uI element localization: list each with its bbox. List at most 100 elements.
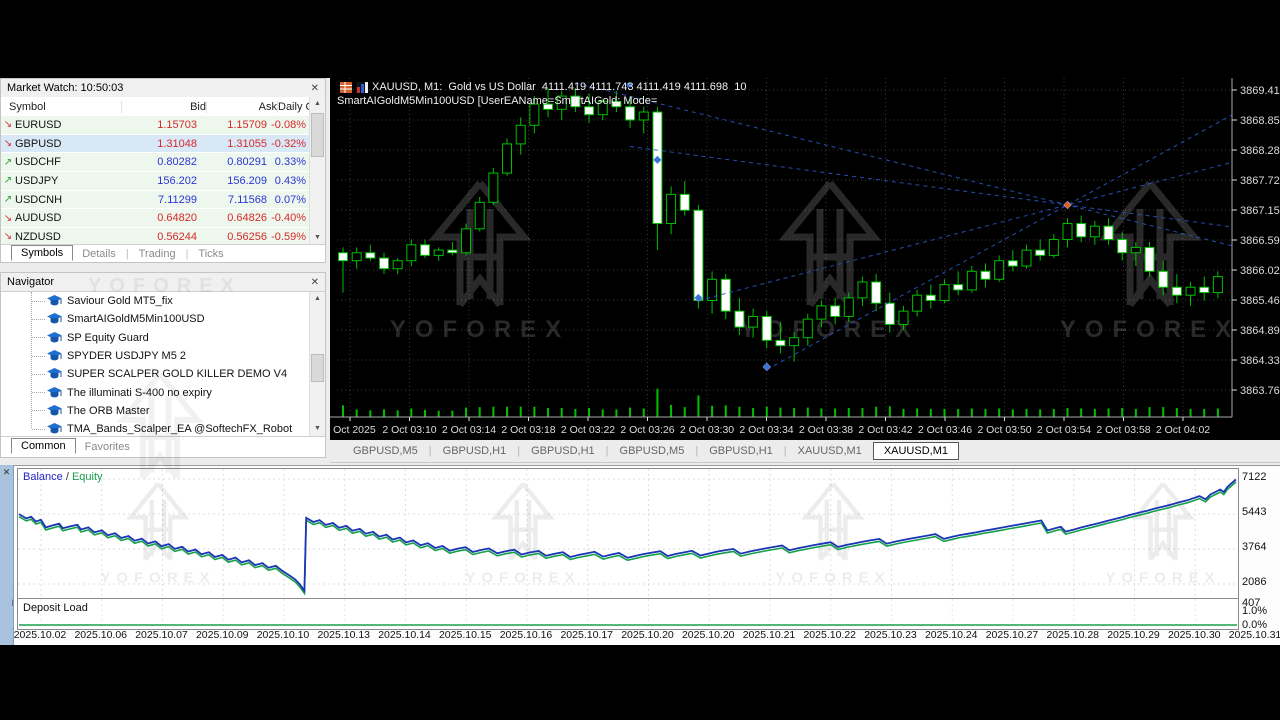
chart-tab-bar: GBPUSD,M5|GBPUSD,H1|GBPUSD,H1|GBPUSD,M5|… [330, 440, 1280, 463]
market-watch-row[interactable]: ↗USDJPY156.202156.2090.43% [1, 172, 309, 191]
market-watch-row[interactable]: ↗USDCHF0.802820.802910.33% [1, 153, 309, 172]
column-bid[interactable]: Bid [121, 101, 206, 113]
scroll-down-icon[interactable]: ▼ [310, 231, 325, 245]
chart-tab-gbpusd-h1[interactable]: GBPUSD,H1 [520, 442, 606, 460]
tester-date-label: 2025.10.14 [371, 629, 439, 641]
scroll-up-icon[interactable]: ▲ [310, 292, 325, 306]
svg-text:2 Oct 03:14: 2 Oct 03:14 [442, 424, 496, 436]
svg-text:3866.025: 3866.025 [1240, 265, 1280, 277]
market-watch-row[interactable]: ↗USDCNH7.112997.115680.07% [1, 191, 309, 210]
tab-ticks[interactable]: Ticks [189, 247, 232, 261]
chart-tab-gbpusd-h1[interactable]: GBPUSD,H1 [698, 442, 784, 460]
market-watch-row[interactable]: ↘EURUSD1.157031.15709-0.08% [1, 116, 309, 135]
chart-tab-xauusd-m1[interactable]: XAUUSD,M1 [787, 442, 873, 460]
yoforex-watermark-text: YOFOREX [1060, 316, 1240, 343]
daily-change-cell: -0.08% [267, 119, 309, 131]
tester-date-label: 2025.10.30 [1160, 629, 1228, 641]
chart-tab-gbpusd-h1[interactable]: GBPUSD,H1 [432, 442, 518, 460]
navigator-ea-item[interactable]: SUPER SCALPER GOLD KILLER DEMO V4 [1, 365, 309, 383]
symbol-cell: USDJPY [15, 175, 113, 187]
column-ask[interactable]: Ask [206, 101, 277, 113]
tester-date-label: 2025.10.21 [735, 629, 803, 641]
tester-date-axis: 2025.10.022025.10.062025.10.072025.10.09… [17, 629, 1280, 644]
close-icon[interactable]: ✕ [311, 277, 319, 288]
symbol-cell: USDCNH [15, 194, 113, 206]
tester-date-label: 2025.10.23 [857, 629, 925, 641]
navigator-titlebar[interactable]: Navigator ✕ [1, 273, 325, 292]
svg-text:3869.415: 3869.415 [1240, 85, 1280, 97]
market-watch-row[interactable]: ↘AUDUSD0.648200.64826-0.40% [1, 209, 309, 228]
symbol-cell: NZDUSD [15, 231, 113, 243]
tester-legend: Balance / Equity [23, 471, 103, 483]
deposit-load-label: Deposit Load [23, 602, 88, 614]
candlestick-chart-canvas[interactable]: YOFOREXYOFOREXYOFOREX3869.4153868.850386… [330, 78, 1280, 440]
market-watch-scrollbar[interactable]: ▲ ▼ [309, 97, 325, 245]
svg-text:3868.285: 3868.285 [1240, 145, 1280, 157]
chart-tab-gbpusd-m5[interactable]: GBPUSD,M5 [342, 442, 429, 460]
tab-common[interactable]: Common [11, 438, 76, 454]
column-daily-change[interactable]: Daily Ch... [277, 101, 309, 113]
svg-text:2 Oct 03:18: 2 Oct 03:18 [501, 424, 555, 436]
navigator-ea-item[interactable]: The illuminati S-400 no expiry [1, 383, 309, 401]
deposit-load-chart[interactable]: Deposit Load [17, 598, 1239, 630]
tab-trading[interactable]: Trading [130, 247, 185, 261]
navigator-ea-item[interactable]: Saviour Gold MT5_fix [1, 292, 309, 310]
navigator-tabs: CommonFavorites [1, 436, 325, 457]
bid-cell: 156.202 [113, 175, 197, 187]
chart-title-row: XAUUSD, M1: Gold vs US Dollar 4111.419 4… [340, 81, 746, 93]
tab-favorites[interactable]: Favorites [76, 440, 139, 454]
svg-text:3867.720: 3867.720 [1240, 175, 1280, 187]
svg-text:3866.590: 3866.590 [1240, 235, 1280, 247]
tree-branch-line [32, 337, 45, 338]
tree-branch-line [32, 374, 45, 375]
bid-cell: 1.31048 [113, 138, 197, 150]
navigator-ea-item[interactable]: SP Equity Guard [1, 329, 309, 347]
svg-text:2 Oct 03:58: 2 Oct 03:58 [1096, 424, 1150, 436]
tester-date-label: 2025.10.27 [978, 629, 1046, 641]
tester-y-label: 5443 [1242, 506, 1280, 518]
tester-y-label: 2086 [1242, 576, 1280, 588]
ea-item-label: TMA_Bands_Scalper_EA @SoftechFX_Robot [67, 423, 292, 435]
navigator-ea-item[interactable]: SmartAIGoldM5Min100USD [1, 310, 309, 328]
navigator-scrollbar[interactable]: ▲ ▼ [309, 292, 325, 436]
trend-down-icon: ↘ [1, 119, 15, 130]
scroll-up-icon[interactable]: ▲ [310, 97, 325, 111]
tester-date-label: 2025.10.16 [492, 629, 560, 641]
svg-text:2 Oct 03:26: 2 Oct 03:26 [620, 424, 674, 436]
close-icon[interactable]: ✕ [311, 83, 319, 94]
scroll-down-icon[interactable]: ▼ [310, 422, 325, 436]
scrollbar-thumb[interactable] [311, 113, 324, 157]
bid-cell: 0.80282 [113, 156, 197, 168]
market-watch-header-row[interactable]: Symbol Bid Ask Daily Ch... [1, 97, 309, 117]
tree-branch-line [32, 356, 45, 357]
chart-tab-xauusd-m1[interactable]: XAUUSD,M1 [873, 442, 959, 460]
svg-text:2 Oct 03:50: 2 Oct 03:50 [977, 424, 1031, 436]
tab-symbols[interactable]: Symbols [11, 245, 73, 261]
market-watch-titlebar[interactable]: Market Watch: 10:50:03 ✕ [1, 79, 325, 98]
trend-up-icon: ↗ [1, 157, 15, 168]
column-symbol[interactable]: Symbol [1, 101, 121, 113]
quotes-table-icon [340, 82, 352, 93]
trend-down-icon: ↘ [1, 231, 15, 242]
expert-advisor-icon [47, 332, 62, 344]
strategy-tester-tab[interactable]: ✕ Strategy Tester [0, 465, 14, 645]
navigator-ea-item[interactable]: The ORB Master [1, 402, 309, 420]
tester-date-label: 2025.10.17 [553, 629, 621, 641]
svg-text:2 Oct 2025: 2 Oct 2025 [330, 424, 376, 436]
chart-tab-gbpusd-m5[interactable]: GBPUSD,M5 [609, 442, 696, 460]
market-watch-row[interactable]: ↘GBPUSD1.310481.31055-0.32% [1, 135, 309, 154]
tree-branch-line [32, 429, 45, 430]
navigator-tree: Saviour Gold MT5_fixSmartAIGoldM5Min100U… [1, 292, 309, 436]
tester-date-label: 2025.10.20 [614, 629, 682, 641]
tab-details[interactable]: Details [73, 247, 125, 261]
scrollbar-thumb[interactable] [311, 354, 324, 382]
navigator-ea-item[interactable]: SPYDER USDJPY M5 2 [1, 347, 309, 365]
close-icon[interactable]: ✕ [0, 467, 13, 478]
yoforex-watermark-text: YOFOREX [1105, 569, 1220, 586]
market-watch-row[interactable]: ↘NZDUSD0.562440.56256-0.59% [1, 228, 309, 245]
tree-branch-line [32, 301, 45, 302]
balance-equity-chart[interactable]: YOFOREXYOFOREXYOFOREXYOFOREX Balance / E… [17, 468, 1239, 600]
navigator-ea-item[interactable]: TMA_Bands_Scalper_EA @SoftechFX_Robot [1, 420, 309, 436]
ea-item-label: SPYDER USDJPY M5 2 [67, 350, 186, 362]
price-chart[interactable]: YOFOREXYOFOREXYOFOREX3869.4153868.850386… [330, 78, 1280, 440]
